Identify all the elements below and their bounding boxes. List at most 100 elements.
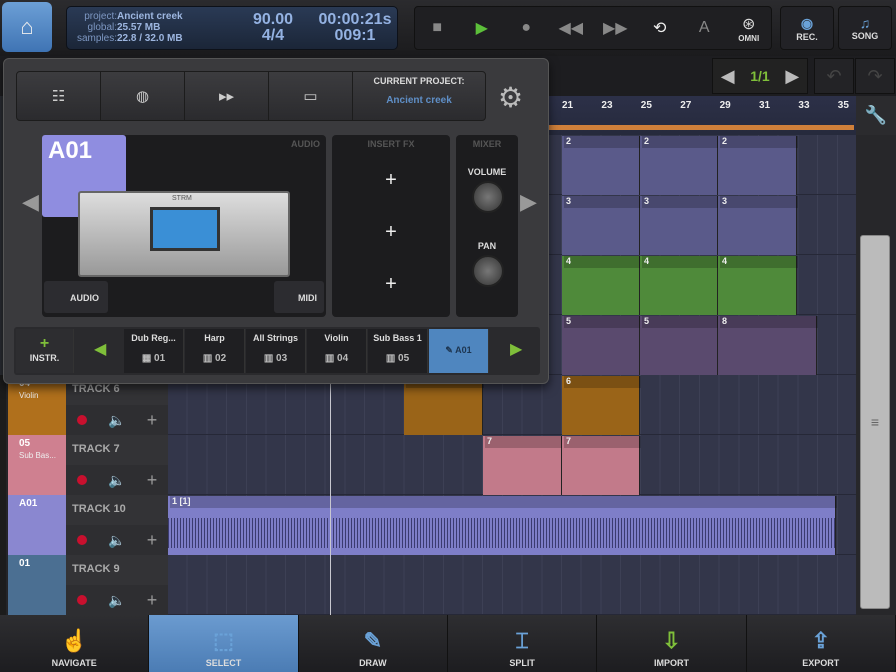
midi-clip[interactable]: 2 [562,136,641,195]
instrument-slot[interactable]: All Strings ▥ 03 [246,329,306,373]
export-button[interactable]: ⇪ EXPORT [747,615,896,672]
track-instrument[interactable]: 04Violin [8,375,68,435]
track-name[interactable]: TRACK 9 [66,555,168,585]
prev-page-icon[interactable]: ◀ [721,66,735,87]
audio-clip[interactable]: 1 [1] [168,496,837,555]
stop-button[interactable]: ■ [415,7,460,49]
speaker-icon[interactable]: 🔈 [108,472,125,489]
instrument-slot[interactable]: Dub Reg... ▦ 01 [124,329,184,373]
devices-icon: ▭ [303,88,318,105]
prev-instrument-arrow[interactable]: ◀ [22,189,39,215]
speaker-icon[interactable]: 🔈 [108,532,125,549]
vertical-scrollbar[interactable]: ≡ [856,135,896,615]
track-name[interactable]: TRACK 10 [66,495,168,525]
audio-button[interactable]: AUDIO [44,281,108,313]
midi-clip[interactable]: 5 [640,316,719,375]
midi-clip[interactable]: 4 [718,256,798,315]
midi-clip[interactable]: 7 [562,436,641,495]
track-lane[interactable] [168,555,856,615]
track-instrument[interactable]: 01 [8,555,68,615]
omni-button[interactable]: ⊛ OMNI [727,7,772,49]
tab-effects[interactable]: ◍ [101,72,185,120]
strip-next-arrow[interactable]: ▶ [510,339,522,359]
record-arm-button[interactable] [76,475,87,485]
track-header[interactable]: 05 Sub Bas... TRACK 7 🔈 + [0,435,168,495]
time-signature[interactable]: 4/4 [243,27,303,45]
instrument-slot-number: 05 [398,353,410,364]
volume-knob[interactable] [472,181,504,213]
settings-button[interactable]: ⚙ [498,81,523,114]
track-instrument[interactable]: A01 [8,495,68,555]
add-fx-slot-1[interactable]: + [332,169,450,192]
add-icon[interactable]: + [147,410,158,431]
track-instrument-name: Sub Bas... [19,451,56,460]
automation-button[interactable]: A [682,7,727,49]
add-instrument-button[interactable]: + INSTR. [16,329,74,373]
track-lane[interactable] [168,375,856,435]
add-icon[interactable]: + [147,470,158,491]
midi-clip[interactable]: 3 [718,196,798,255]
global-label: global: [87,22,117,33]
add-fx-slot-3[interactable]: + [332,273,450,296]
tab-mixer[interactable]: ☷ [17,72,101,120]
instrument-slot[interactable]: Sub Bass 1 ▥ 05 [368,329,428,373]
midi-clip[interactable]: 4 [640,256,719,315]
strip-prev-arrow[interactable]: ◀ [94,339,106,359]
track-instrument[interactable]: 05 Sub Bas... [8,435,68,495]
speaker-icon[interactable]: 🔈 [108,412,125,429]
pan-knob[interactable] [472,255,504,287]
position-display: 009:1 [334,27,376,44]
split-button[interactable]: ⌶ SPLIT [448,615,598,672]
undo-button[interactable]: ↶ [814,58,854,94]
midi-clip[interactable]: 2 [640,136,719,195]
clip-label: 2 [642,136,719,148]
play-button[interactable]: ▶ [460,7,505,49]
clip-label: 3 [642,196,719,208]
next-instrument-arrow[interactable]: ▶ [520,189,537,215]
import-button[interactable]: ⇩ IMPORT [597,615,747,672]
instrument-slot[interactable]: ✎ A01 [429,329,489,373]
record-arm-button[interactable] [76,595,87,605]
current-project[interactable]: CURRENT PROJECT: Ancient creek [353,72,485,120]
select-button[interactable]: ⬚ SELECT [149,615,299,672]
midi-clip[interactable]: 7 [483,436,563,495]
tab-sampler[interactable]: ▸▸ [185,72,269,120]
midi-clip[interactable]: 6 [562,376,641,435]
record-arm-button[interactable] [76,415,87,425]
midi-clip[interactable]: 4 [562,256,641,315]
add-fx-slot-2[interactable]: + [332,221,450,244]
loop-button[interactable]: ⟲ [638,7,683,49]
song-button[interactable]: ♫ SONG [838,6,892,50]
tools-button[interactable]: 🔧 [856,96,896,135]
next-page-icon[interactable]: ▶ [785,66,799,87]
midi-clip[interactable]: 3 [562,196,641,255]
redo-button[interactable]: ↷ [855,58,895,94]
navigate-button[interactable]: ☝ NAVIGATE [0,615,150,672]
tab-devices[interactable]: ▭ [269,72,353,120]
record-arm-button[interactable] [76,535,87,545]
midi-clip[interactable]: 5 [562,316,641,375]
midi-clip[interactable]: 8 [718,316,818,375]
instrument-slot[interactable]: Violin ▥ 04 [307,329,367,373]
midi-clip[interactable]: 3 [640,196,719,255]
draw-button[interactable]: ✎ DRAW [299,615,448,672]
add-icon[interactable]: + [147,530,158,551]
rewind-button[interactable]: ◀◀ [549,7,594,49]
midi-clip[interactable]: 2 [718,136,798,195]
add-icon[interactable]: + [147,590,158,611]
track-header[interactable]: 04ViolinTRACK 6🔈+ [0,375,168,435]
rec-button[interactable]: ◉ REC. [780,6,834,50]
record-button[interactable]: ● [504,7,549,49]
track-header[interactable]: 01 TRACK 9 🔈 + [0,555,168,615]
instrument-slot[interactable]: Harp ▥ 02 [185,329,245,373]
speaker-icon[interactable]: 🔈 [108,592,125,609]
track-header[interactable]: A01 TRACK 10 🔈 + [0,495,168,555]
midi-clip[interactable] [404,376,484,435]
home-button[interactable]: ⌂ [2,2,52,52]
track-name[interactable]: TRACK 7 [66,435,168,465]
bottom-toolbar: ☝ NAVIGATE ⬚ SELECT ✎ DRAW ⌶ SPLIT ⇩ IMPORT ⇪ EXPOR… [0,615,896,672]
fast-forward-button[interactable]: ▶▶ [593,7,638,49]
midi-button[interactable]: MIDI [274,281,324,313]
clip-label: 4 [642,256,719,268]
scroll-thumb[interactable]: ≡ [860,235,890,609]
